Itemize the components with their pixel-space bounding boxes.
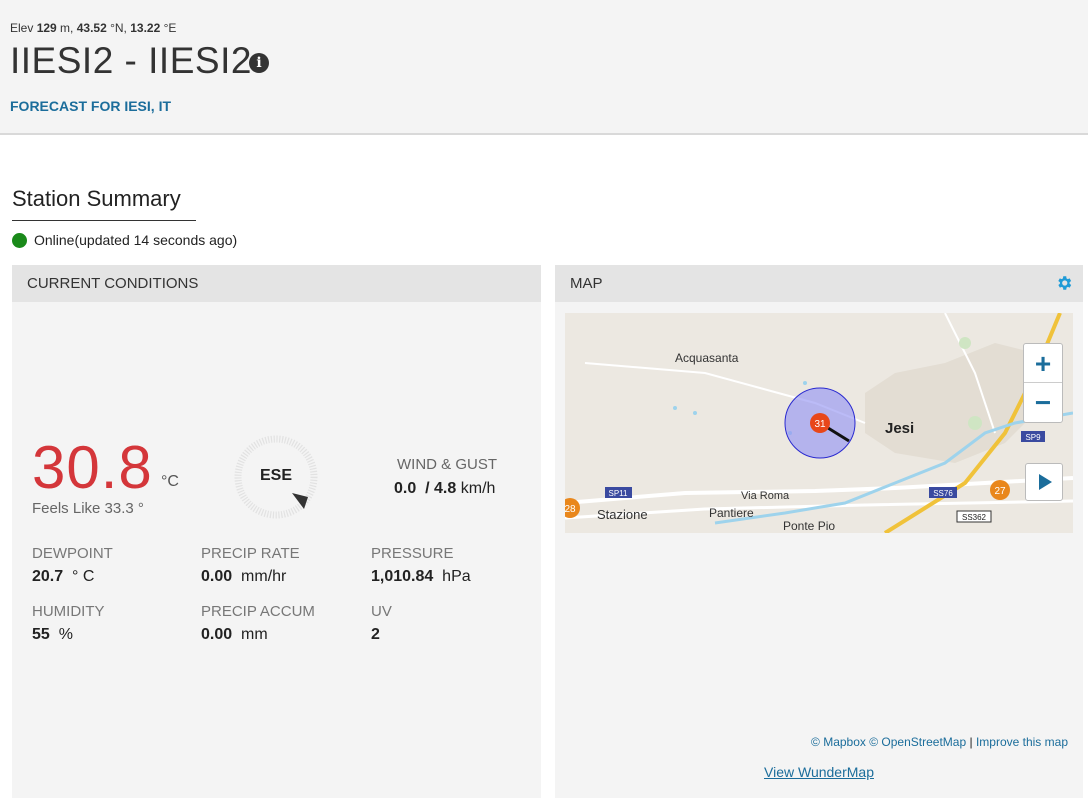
precip-rate-value: 0.00 (201, 568, 233, 585)
pressure-unit: hPa (442, 568, 471, 585)
map-header: MAP (555, 265, 1083, 302)
map-label: Stazione (597, 507, 648, 522)
view-wundermap-link[interactable]: View WunderMap (764, 764, 874, 780)
road-shield: SP11 (609, 489, 629, 498)
dewpoint-unit: ° C (72, 568, 95, 585)
uv-value: 2 (371, 626, 380, 643)
current-conditions-panel: CURRENT CONDITIONS 30.8 °C Feels Like 33… (12, 265, 541, 798)
osm-credit-link[interactable]: © OpenStreetMap (869, 735, 966, 749)
mapbox-credit-link[interactable]: © Mapbox (811, 735, 866, 749)
elevation-value: 129 (36, 21, 57, 35)
marker-label: 27 (994, 486, 1006, 497)
road-shield: SP9 (1025, 433, 1041, 442)
dewpoint-metric: DEWPOINT 20.7 ° C (32, 545, 113, 586)
station-header: Elev 129 m, 43.52 °N, 13.22 °E IIESI2 - … (0, 0, 1088, 135)
dewpoint-label: DEWPOINT (32, 545, 113, 562)
station-marker-label: 31 (814, 419, 826, 430)
section-title: Station Summary (12, 186, 196, 221)
humidity-label: HUMIDITY (32, 603, 105, 620)
road-shield: SS76 (933, 489, 953, 498)
precip-accum-label: PRECIP ACCUM (201, 603, 315, 620)
temperature-unit: °C (161, 473, 179, 490)
map-label: Ponte Pio (783, 519, 835, 533)
pressure-reading: 1,010.84 hPa (371, 568, 471, 586)
precip-rate-reading: 0.00 mm/hr (201, 568, 300, 586)
map-header-label: MAP (570, 275, 603, 292)
improve-map-link[interactable]: Improve this map (976, 735, 1068, 749)
gear-icon[interactable] (1055, 274, 1073, 292)
dewpoint-reading: 20.7 ° C (32, 568, 113, 586)
latitude-value: 43.52 (76, 21, 107, 35)
wind-direction: ESE (259, 467, 292, 484)
humidity-metric: HUMIDITY 55 % (32, 603, 105, 644)
uv-metric: UV 2 (371, 603, 392, 644)
precip-rate-unit: mm/hr (241, 568, 287, 585)
map-panel: MAP 31 28 27 Acquasanta Jesi Via Roma St… (555, 265, 1083, 798)
wind-gust: / 4.8 (425, 480, 457, 497)
elevation-unit: m, (56, 21, 77, 35)
credit-separator: | (969, 735, 973, 749)
longitude-value: 13.22 (130, 21, 161, 35)
humidity-value: 55 (32, 626, 50, 643)
pressure-value: 1,010.84 (371, 568, 434, 585)
station-location: Elev 129 m, 43.52 °N, 13.22 °E (10, 21, 176, 35)
current-conditions-header: CURRENT CONDITIONS (12, 265, 541, 302)
status-text: Online(updated 14 seconds ago) (34, 232, 238, 248)
temperature-value: 30.8 (32, 434, 153, 501)
map-label: Via Roma (741, 490, 790, 502)
wind-unit: km/h (460, 480, 496, 497)
map-canvas[interactable]: 31 28 27 Acquasanta Jesi Via Roma Stazio… (565, 313, 1073, 533)
map-label: Jesi (885, 420, 914, 437)
map-label: Acquasanta (675, 351, 739, 365)
precip-accum-value: 0.00 (201, 626, 233, 643)
longitude-unit: °E (160, 21, 177, 35)
zoom-controls: + − (1023, 343, 1063, 423)
uv-label: UV (371, 603, 392, 620)
marker-label: 28 (565, 504, 576, 515)
station-status: Online(updated 14 seconds ago) (12, 232, 237, 248)
pressure-metric: PRESSURE 1,010.84 hPa (371, 545, 471, 586)
precip-rate-label: PRECIP RATE (201, 545, 300, 562)
precip-accum-reading: 0.00 mm (201, 626, 315, 644)
page-title: IIESI2 - IIESI2 (10, 40, 252, 81)
pressure-label: PRESSURE (371, 545, 454, 562)
elev-prefix: Elev (10, 21, 37, 35)
station-map[interactable]: 31 28 27 Acquasanta Jesi Via Roma Stazio… (565, 313, 1073, 533)
humidity-unit: % (58, 626, 73, 643)
wind-gust-value: 0.0 / 4.8 km/h (394, 480, 495, 498)
zoom-out-button[interactable]: − (1024, 383, 1062, 422)
play-icon (1039, 474, 1052, 490)
feels-like: Feels Like 33.3 ° (32, 500, 144, 517)
forecast-link[interactable]: FORECAST FOR IESI, IT (10, 98, 171, 114)
wind-speed: 0.0 (394, 480, 417, 497)
map-label: Pantiere (709, 506, 754, 520)
precip-accum-unit: mm (241, 626, 268, 643)
precip-rate-metric: PRECIP RATE 0.00 mm/hr (201, 545, 300, 586)
latitude-unit: °N, (106, 21, 131, 35)
info-icon[interactable]: i (249, 53, 269, 73)
uv-reading: 2 (371, 626, 392, 644)
humidity-reading: 55 % (32, 626, 105, 644)
play-button[interactable] (1025, 463, 1063, 501)
dewpoint-value: 20.7 (32, 568, 64, 585)
road-shield: SS362 (962, 513, 987, 522)
precip-accum-metric: PRECIP ACCUM 0.00 mm (201, 603, 315, 644)
map-attribution: © Mapbox © OpenStreetMap | Improve this … (811, 735, 1068, 749)
zoom-in-button[interactable]: + (1024, 344, 1062, 383)
wind-gust-label: WIND & GUST (397, 456, 497, 473)
status-dot-icon (12, 232, 27, 248)
